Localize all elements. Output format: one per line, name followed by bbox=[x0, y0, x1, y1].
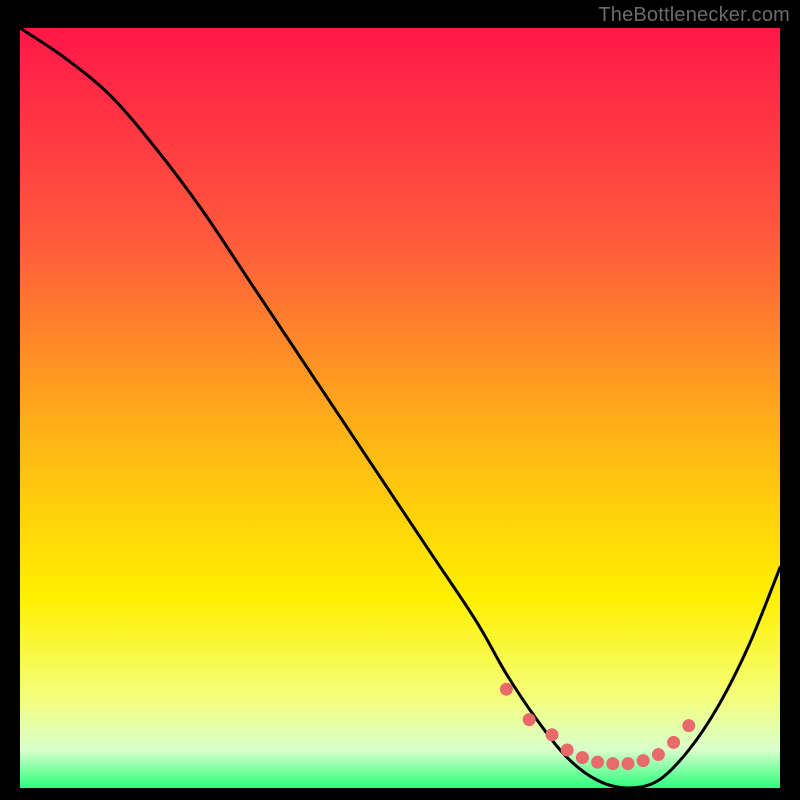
marker-dot bbox=[606, 757, 619, 770]
marker-dot bbox=[591, 756, 604, 769]
page-root: TheBottlenecker.com bbox=[0, 0, 800, 800]
attribution-text: TheBottlenecker.com bbox=[598, 4, 790, 27]
marker-dot bbox=[682, 719, 695, 732]
marker-dot bbox=[667, 736, 680, 749]
marker-dot bbox=[622, 757, 635, 770]
chart-svg bbox=[20, 28, 780, 788]
marker-dot bbox=[561, 744, 574, 757]
marker-dot bbox=[500, 683, 513, 696]
chart-area bbox=[20, 28, 780, 788]
marker-dot bbox=[652, 748, 665, 761]
marker-dot bbox=[576, 751, 589, 764]
marker-dot bbox=[546, 728, 559, 741]
marker-dot bbox=[637, 754, 650, 767]
gradient-background bbox=[20, 28, 780, 788]
marker-dot bbox=[523, 713, 536, 726]
